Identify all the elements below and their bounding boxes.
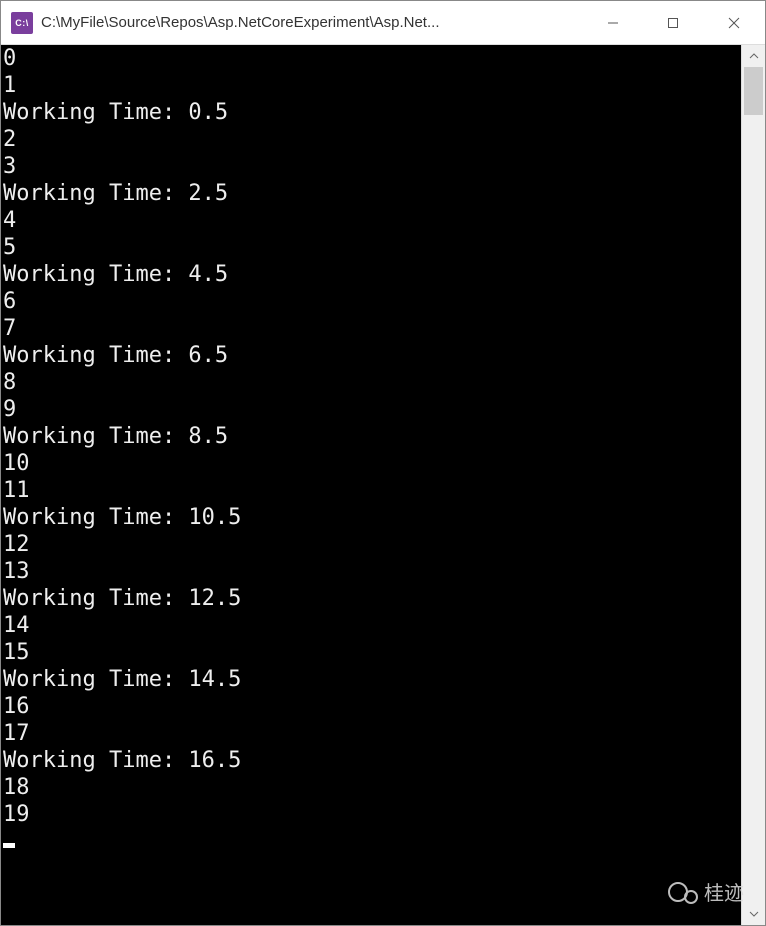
console-area: 01Working Time: 0.523Working Time: 2.545… <box>1 45 765 925</box>
console-line: 10 <box>3 450 741 477</box>
console-line: Working Time: 16.5 <box>3 747 741 774</box>
window-title: C:\MyFile\Source\Repos\Asp.NetCoreExperi… <box>41 14 583 31</box>
console-line: 13 <box>3 558 741 585</box>
close-icon <box>728 17 740 29</box>
titlebar[interactable]: C:\ C:\MyFile\Source\Repos\Asp.NetCoreEx… <box>1 1 765 45</box>
console-output[interactable]: 01Working Time: 0.523Working Time: 2.545… <box>1 45 741 925</box>
console-line: 3 <box>3 153 741 180</box>
console-line: Working Time: 2.5 <box>3 180 741 207</box>
chevron-down-icon <box>749 911 759 917</box>
console-line: 19 <box>3 801 741 828</box>
console-cursor-line <box>3 828 741 855</box>
console-line: 16 <box>3 693 741 720</box>
console-line: 4 <box>3 207 741 234</box>
maximize-icon <box>667 17 679 29</box>
console-line: 5 <box>3 234 741 261</box>
scroll-up-button[interactable] <box>742 45 765 67</box>
console-line: 8 <box>3 369 741 396</box>
minimize-icon <box>607 17 619 29</box>
console-line: Working Time: 0.5 <box>3 99 741 126</box>
console-line: 7 <box>3 315 741 342</box>
console-line: 15 <box>3 639 741 666</box>
maximize-button[interactable] <box>643 1 703 44</box>
window-controls <box>583 1 765 44</box>
console-window: C:\ C:\MyFile\Source\Repos\Asp.NetCoreEx… <box>0 0 766 926</box>
console-line: 14 <box>3 612 741 639</box>
cursor <box>3 843 15 848</box>
console-line: Working Time: 4.5 <box>3 261 741 288</box>
console-line: Working Time: 8.5 <box>3 423 741 450</box>
console-line: 0 <box>3 45 741 72</box>
console-line: 18 <box>3 774 741 801</box>
console-line: Working Time: 6.5 <box>3 342 741 369</box>
console-line: 2 <box>3 126 741 153</box>
scrollbar[interactable] <box>741 45 765 925</box>
console-line: Working Time: 10.5 <box>3 504 741 531</box>
console-line: 6 <box>3 288 741 315</box>
app-icon: C:\ <box>11 12 33 34</box>
console-line: Working Time: 14.5 <box>3 666 741 693</box>
console-line: 17 <box>3 720 741 747</box>
console-line: 11 <box>3 477 741 504</box>
console-line: 1 <box>3 72 741 99</box>
chevron-up-icon <box>749 53 759 59</box>
minimize-button[interactable] <box>583 1 643 44</box>
close-button[interactable] <box>703 1 765 44</box>
console-line: 12 <box>3 531 741 558</box>
scroll-down-button[interactable] <box>742 903 765 925</box>
console-line: Working Time: 12.5 <box>3 585 741 612</box>
scroll-thumb[interactable] <box>744 67 763 115</box>
console-line: 9 <box>3 396 741 423</box>
